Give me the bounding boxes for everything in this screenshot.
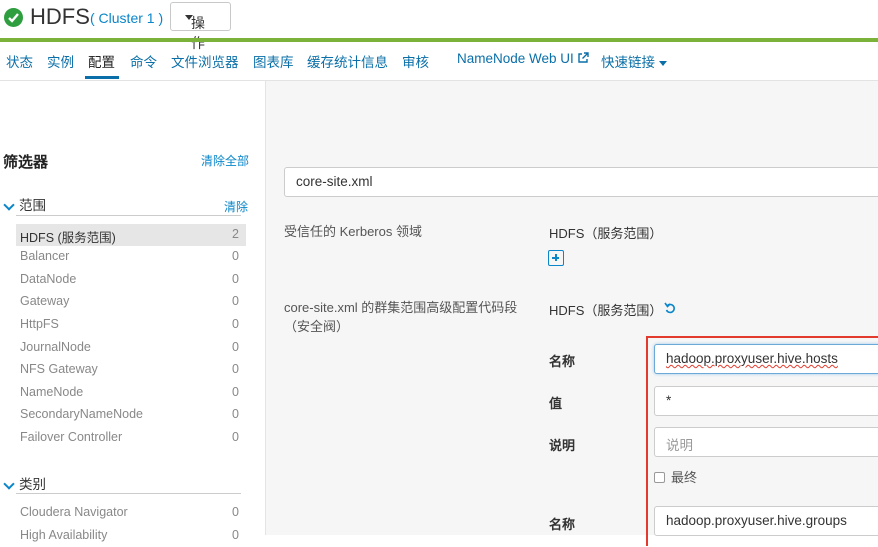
actions-dropdown-button[interactable]: 操作 — [170, 2, 231, 51]
name-input-value: hadoop.proxyuser.hive.hosts — [666, 351, 838, 366]
filter-item[interactable]: NFS Gateway 0 — [16, 359, 246, 381]
description-input[interactable]: 说明 — [654, 427, 878, 457]
filter-item-count: 0 — [232, 294, 239, 308]
final-checkbox[interactable]: 最终 — [654, 467, 697, 486]
filter-item-count: 0 — [232, 505, 239, 519]
filter-item[interactable]: Balancer 0 — [16, 246, 246, 268]
filter-item-count: 0 — [232, 528, 239, 542]
property-label-line: core-site.xml 的群集范围高级配置代码段 — [284, 300, 518, 315]
divider — [16, 215, 241, 216]
tab-instances[interactable]: 实例 — [47, 51, 74, 71]
filter-item-label: Failover Controller — [20, 430, 123, 444]
filter-item-label: NFS Gateway — [20, 362, 98, 376]
divider — [16, 493, 241, 494]
filter-item-count: 0 — [232, 362, 239, 376]
revert-icon[interactable] — [664, 302, 676, 314]
filter-item-label: High Availability — [20, 528, 108, 542]
filter-item[interactable]: Gateway 0 — [16, 291, 246, 313]
final-label: 最终 — [671, 470, 698, 485]
active-tab-indicator — [85, 76, 119, 79]
filter-item-label: Balancer — [20, 249, 70, 263]
quick-links-dropdown[interactable]: 快速链接 — [601, 51, 667, 71]
tab-cache-stats[interactable]: 缓存统计信息 — [307, 51, 388, 71]
quick-links-label: 快速链接 — [601, 55, 655, 70]
caret-down-icon — [659, 60, 667, 66]
filter-item-label: Cloudera Navigator — [20, 505, 128, 519]
category-label: 类别 — [19, 477, 46, 492]
filter-item[interactable]: NameNode 0 — [16, 382, 246, 404]
filter-item[interactable]: JournalNode 0 — [16, 337, 246, 359]
filter-item[interactable]: High Availability 0 — [16, 525, 246, 547]
name-label: 名称 — [549, 354, 576, 369]
filter-item-label: Gateway — [20, 294, 70, 308]
filter-sidebar: 筛选器 清除全部 范围 清除 HDFS (服务范围) 2 Balancer 0 Da… — [0, 81, 265, 542]
filter-item-label: JournalNode — [20, 340, 91, 354]
filter-item-count: 0 — [232, 407, 239, 421]
status-ok-icon — [4, 8, 23, 27]
name-label: 名称 — [549, 517, 576, 532]
service-nav: 状态 实例 配置 命令 文件浏览器 图表库 缓存统计信息 审核 NameNode… — [0, 42, 878, 81]
filter-item-count: 2 — [232, 227, 239, 241]
property-scope: HDFS（服务范围） — [549, 226, 663, 241]
filter-title: 筛选器 — [3, 154, 49, 171]
filter-item-label: NameNode — [20, 385, 84, 399]
chevron-down-icon — [3, 199, 15, 211]
tab-status[interactable]: 状态 — [6, 51, 33, 71]
namenode-web-ui-label: NameNode Web UI — [457, 51, 574, 66]
tab-audit[interactable]: 审核 — [402, 51, 429, 71]
property-label: 受信任的 Kerberos 领域 — [284, 224, 422, 239]
value-label: 值 — [549, 396, 563, 411]
value-input[interactable]: * — [654, 386, 878, 416]
filter-item-label: HDFS (服务范围) — [20, 231, 116, 245]
name-input[interactable]: hadoop.proxyuser.hive.groups — [654, 506, 878, 536]
service-header: HDFS ( Cluster 1 ) 操作 — [0, 0, 878, 51]
filter-item-count: 0 — [232, 249, 239, 263]
filter-item-label: SecondaryNameNode — [20, 407, 143, 421]
tab-commands[interactable]: 命令 — [130, 51, 157, 71]
service-title: HDFS — [30, 4, 90, 29]
filter-item[interactable]: Cloudera Navigator 0 — [16, 502, 246, 524]
filter-item-count: 0 — [232, 340, 239, 354]
tab-configuration[interactable]: 配置 — [88, 51, 115, 71]
cluster-link[interactable]: ( Cluster 1 ) — [90, 10, 163, 26]
filter-item-count: 0 — [232, 272, 239, 286]
description-label: 说明 — [549, 438, 576, 453]
filter-item-count: 0 — [232, 385, 239, 399]
scope-label: 范围 — [19, 198, 46, 213]
filter-item-count: 0 — [232, 430, 239, 444]
filter-item[interactable]: Failover Controller 0 — [16, 427, 246, 449]
filter-item[interactable]: SecondaryNameNode 0 — [16, 404, 246, 426]
property-scope: HDFS（服务范围） — [549, 303, 663, 318]
tab-file-browser[interactable]: 文件浏览器 — [171, 51, 239, 71]
filter-item[interactable]: HDFS (服务范围) 2 — [16, 224, 246, 246]
category-section-toggle[interactable]: 类别 — [3, 473, 46, 493]
config-search-input[interactable]: core-site.xml — [284, 167, 878, 197]
filter-item[interactable]: HttpFS 0 — [16, 314, 246, 336]
chevron-down-icon — [3, 478, 15, 490]
checkbox-icon — [654, 472, 665, 483]
namenode-web-ui-link[interactable]: NameNode Web UI — [457, 51, 589, 66]
property-label: core-site.xml 的群集范围高级配置代码段 （安全阀） — [284, 298, 517, 336]
name-input[interactable]: hadoop.proxyuser.hive.hosts — [654, 344, 878, 374]
clear-all-link[interactable]: 清除全部 — [201, 152, 249, 169]
scope-section-toggle[interactable]: 范围 — [3, 194, 46, 214]
scope-clear-link[interactable]: 清除 — [224, 198, 248, 215]
property-label-line: （安全阀） — [284, 319, 350, 334]
add-value-icon[interactable] — [548, 250, 564, 266]
external-link-icon — [578, 52, 589, 63]
filter-item[interactable]: DataNode 0 — [16, 269, 246, 291]
filter-item-label: DataNode — [20, 272, 77, 286]
config-main-panel: core-site.xml 受信任的 Kerberos 领域 HDFS（服务范围… — [266, 81, 878, 546]
tab-chart-library[interactable]: 图表库 — [253, 51, 294, 71]
filter-item-count: 0 — [232, 317, 239, 331]
filter-item-label: HttpFS — [20, 317, 59, 331]
